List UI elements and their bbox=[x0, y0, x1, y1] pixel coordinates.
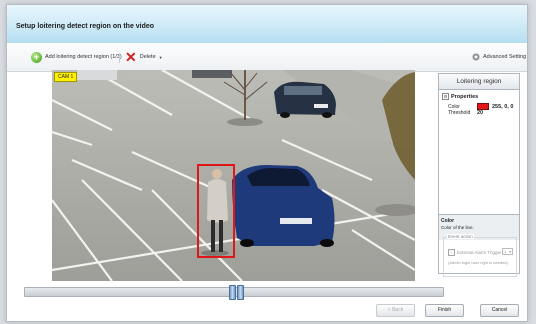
toolbar: + Add loitering detect region (1/3) ✕ De… bbox=[7, 43, 527, 72]
video-timeline[interactable] bbox=[24, 285, 444, 300]
timeline-handle-end[interactable] bbox=[237, 285, 244, 300]
back-button[interactable]: < Back bbox=[376, 304, 415, 317]
delete-button[interactable]: ✕ Delete ▼ bbox=[125, 50, 163, 64]
description-title: Color bbox=[441, 218, 455, 224]
color-swatch bbox=[477, 103, 489, 110]
admin-note: (Admin login user right is needed) bbox=[448, 260, 508, 265]
chevron-down-icon[interactable]: ▼ bbox=[159, 55, 163, 60]
video-preview[interactable]: CAM 1 bbox=[52, 70, 415, 281]
trigger-number-stepper[interactable]: 1 ▾ bbox=[502, 248, 513, 255]
loitering-region-box[interactable] bbox=[197, 164, 235, 258]
chevron-down-icon[interactable]: ▾ bbox=[509, 249, 511, 254]
external-alarm-label: External Alarm Trigger bbox=[457, 250, 502, 255]
wizard-header: Setup loitering detect region on the vid… bbox=[7, 5, 527, 43]
finish-button[interactable]: Finish bbox=[425, 304, 464, 317]
delete-label: Delete bbox=[139, 54, 156, 60]
page-title: Setup loitering detect region on the vid… bbox=[16, 23, 155, 30]
timeline-handle-start[interactable] bbox=[229, 285, 236, 300]
cancel-button[interactable]: Cancel bbox=[480, 304, 519, 317]
add-region-label: Add loitering detect region (1/3) bbox=[45, 54, 122, 60]
properties-header[interactable]: ⊟ Properties bbox=[442, 93, 478, 100]
tab-loitering-region[interactable]: Loitering region bbox=[439, 74, 519, 90]
property-threshold-row[interactable]: Threshold 20 bbox=[448, 110, 483, 116]
property-key: Threshold bbox=[448, 110, 471, 116]
external-alarm-checkbox[interactable] bbox=[448, 249, 455, 256]
external-alarm-trigger[interactable]: External Alarm Trigger bbox=[448, 249, 502, 256]
trigger-number-value: 1 bbox=[504, 249, 507, 254]
advanced-setting-label: Advanced Setting bbox=[483, 54, 527, 60]
properties-label: Properties bbox=[451, 93, 479, 100]
description-text: Color of the line. bbox=[441, 225, 474, 230]
event-action-group: Event action External Alarm Trigger 1 ▾ … bbox=[443, 234, 517, 277]
add-region-button[interactable]: + Add loitering detect region (1/3) bbox=[31, 50, 122, 64]
toolbar-separator bbox=[119, 53, 120, 63]
camera-label: CAM 1 bbox=[54, 72, 78, 82]
property-value[interactable]: 255, 0, 0 bbox=[492, 104, 513, 110]
advanced-setting-button[interactable]: Advanced Setting bbox=[472, 50, 526, 64]
property-key: Color bbox=[448, 103, 460, 110]
add-icon: + bbox=[31, 51, 42, 63]
gear-icon bbox=[472, 53, 480, 61]
wizard-window: Setup loitering detect region on the vid… bbox=[6, 4, 528, 322]
collapse-icon[interactable]: ⊟ bbox=[442, 93, 449, 100]
event-action-legend: Event action bbox=[447, 234, 474, 239]
property-color-row[interactable]: Color 255, 0, 0 bbox=[448, 103, 513, 110]
delete-icon: ✕ bbox=[125, 49, 137, 65]
property-value[interactable]: 20 bbox=[477, 110, 483, 116]
